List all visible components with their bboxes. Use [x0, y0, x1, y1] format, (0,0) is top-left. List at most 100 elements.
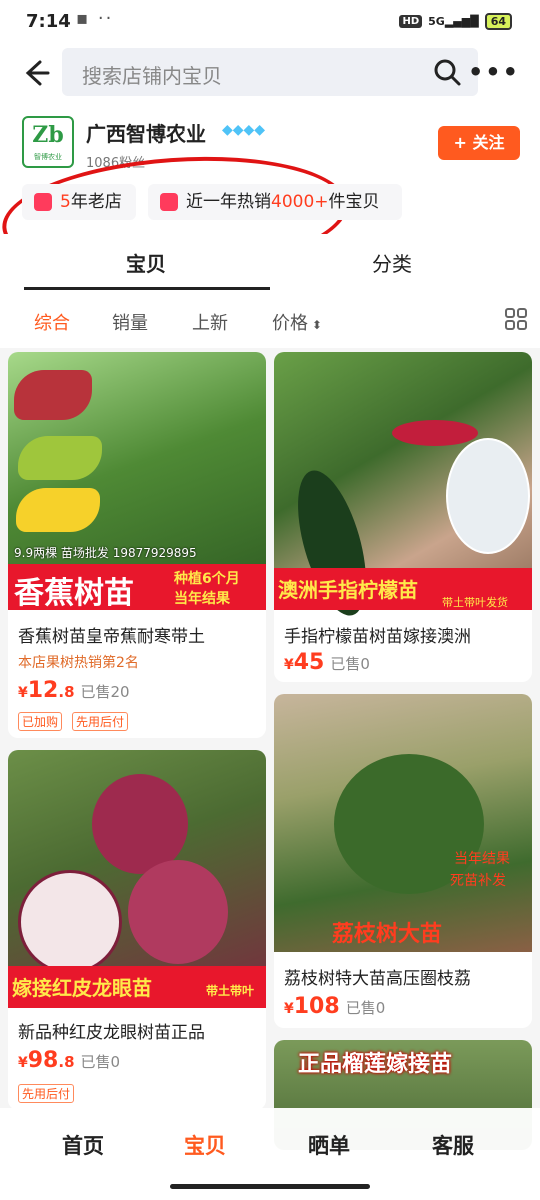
price-integer: 108 [293, 994, 340, 1019]
product-image-title: 嫁接红皮龙眼苗 [12, 976, 152, 1000]
product-image-banner: 澳洲手指柠檬苗 带土带叶发货 [274, 568, 532, 610]
sold-count: 已售0 [330, 655, 370, 673]
tab-products[interactable]: 宝贝 [126, 248, 166, 277]
shop-fans-count: 1086粉丝 [86, 156, 146, 171]
notification-dots: ▪ ·· [76, 8, 114, 29]
nav-customer-service[interactable]: 客服 [432, 1130, 474, 1160]
sort-updown-icon: ⬍ [308, 318, 322, 332]
yellow-banana-illustration [16, 488, 100, 532]
filter-new[interactable]: 上新 [192, 309, 228, 335]
network-label: 5G [428, 15, 445, 28]
product-title: 香蕉树苗皇帝蕉耐寒带土 [18, 627, 205, 647]
product-title: 荔枝树特大苗高压圈枝荔 [284, 969, 471, 989]
back-arrow-icon[interactable] [18, 56, 52, 90]
product-image-banner: 香蕉树苗 种植6个月 当年结果 [8, 564, 266, 611]
product-card[interactable]: 9.9两棵 苗场批发 19877929895 香蕉树苗 种植6个月 当年结果 香… [8, 352, 266, 738]
product-image-subtitle-1: 当年结果 [454, 851, 510, 867]
shop-logo-subtext: 智博农业 [34, 153, 62, 161]
product-title: 手指柠檬苗树苗嫁接澳洲 [284, 627, 471, 647]
sort-filters: 综合 销量 上新 价格 ⬍ [0, 290, 540, 348]
product-price: ¥98.8 已售0 [18, 1048, 121, 1073]
search-icon[interactable] [432, 57, 462, 87]
product-rank: 本店果树热销第2名 [18, 655, 139, 671]
shopping-bag-icon [160, 193, 178, 211]
product-image[interactable]: 当年结果 死苗补发 荔枝树大苗 [274, 694, 532, 952]
top-bar: 搜索店铺内宝贝 ••• [0, 46, 540, 98]
in-cart-badge: 已加购 [18, 712, 63, 731]
price-integer: 12 [27, 678, 59, 703]
shop-rating-diamond-icon: ◆◆◆◆ [222, 122, 266, 138]
product-image-subtitle-1: 带土带叶发货 [442, 596, 508, 609]
product-image[interactable]: 澳洲手指柠檬苗 带土带叶发货 [274, 352, 532, 623]
filter-overall[interactable]: 综合 [34, 309, 70, 335]
hot-sales-tag[interactable]: 近一年热销4000+件宝贝 [148, 184, 402, 220]
product-image-title: 澳洲手指柠檬苗 [278, 578, 418, 602]
product-title: 新品种红皮龙眼树苗正品 [18, 1023, 205, 1043]
product-image-promo: 9.9两棵 苗场批发 19877929895 [14, 546, 197, 560]
price-decimal: .8 [58, 1053, 75, 1071]
product-price: ¥45 已售0 [284, 650, 370, 675]
seedling-inset [446, 438, 530, 554]
nav-home[interactable]: 首页 [62, 1130, 104, 1160]
red-banana-illustration [14, 370, 92, 420]
filter-price[interactable]: 价格 ⬍ [272, 309, 322, 335]
shop-logo-text: Zb [32, 122, 64, 148]
cut-longan-inset [18, 870, 122, 974]
main-tabs: 宝贝 分类 [0, 234, 540, 290]
shop-age-tag[interactable]: 5年老店 [22, 184, 136, 220]
status-bar: 7:14 ▪ ·· HD 5G▂▄▆█ 64 [0, 0, 540, 46]
product-image-subtitle-2: 死苗补发 [450, 873, 506, 889]
follow-button[interactable]: + 关注 [438, 126, 520, 160]
filter-price-label: 价格 [272, 313, 308, 334]
product-image-subtitle-1: 种植6个月 [174, 571, 240, 587]
red-longan-fruit [128, 860, 228, 964]
nav-reviews[interactable]: 晒单 [308, 1130, 350, 1160]
hd-icon: HD [399, 15, 423, 28]
product-card[interactable]: 嫁接红皮龙眼苗 带土带叶 新品种红皮龙眼树苗正品 ¥98.8 已售0 先用后付 [8, 750, 266, 1110]
sold-count: 已售20 [80, 683, 130, 701]
status-time: 7:14 [26, 11, 71, 32]
hot-sales-suffix: 件宝贝 [328, 192, 380, 212]
shop-age-number: 5 [60, 192, 71, 212]
product-image-subtitle-1: 带土带叶 [206, 984, 255, 998]
price-integer: 98 [27, 1048, 59, 1073]
price-integer: 45 [293, 650, 325, 675]
red-longan-fruit [92, 774, 188, 874]
shop-age-text: 年老店 [70, 192, 122, 212]
home-indicator [170, 1184, 370, 1189]
sold-count: 已售0 [345, 999, 386, 1017]
pay-later-badge: 先用后付 [18, 1084, 75, 1103]
shop-logo[interactable]: Zb 智博农业 [22, 116, 74, 168]
green-banana-illustration [18, 436, 102, 480]
search-input[interactable]: 搜索店铺内宝贝 [62, 48, 478, 96]
product-image-title: 香蕉树苗 [14, 576, 134, 611]
tab-categories[interactable]: 分类 [372, 248, 412, 277]
product-image-title: 荔枝树大苗 [332, 922, 443, 947]
sold-count: 已售0 [80, 1053, 121, 1071]
nav-products[interactable]: 宝贝 [184, 1130, 226, 1160]
shop-header: Zb 智博农业 广西智博农业 ◆◆◆◆ 1086粉丝 + 关注 5年老店 近一年… [0, 98, 540, 286]
product-price: ¥108 已售0 [284, 994, 386, 1019]
product-image-banner: 嫁接红皮龙眼苗 带土带叶 [8, 966, 266, 1008]
product-image[interactable]: 9.9两棵 苗场批发 19877929895 香蕉树苗 种植6个月 当年结果 [8, 352, 266, 611]
search-placeholder: 搜索店铺内宝贝 [82, 64, 222, 88]
pay-later-badge: 先用后付 [72, 712, 129, 731]
product-image[interactable]: 嫁接红皮龙眼苗 带土带叶 [8, 750, 266, 1008]
product-image-title: 正品榴莲嫁接苗 [298, 1052, 453, 1077]
hot-sales-prefix: 近一年热销 [186, 192, 271, 212]
grid-view-icon[interactable] [504, 307, 528, 331]
signal-icon: 5G▂▄▆█ [428, 15, 479, 28]
shop-name[interactable]: 广西智博农业 [86, 118, 206, 147]
product-card[interactable]: 当年结果 死苗补发 荔枝树大苗 荔枝树特大苗高压圈枝荔 ¥108 已售0 [274, 694, 532, 1028]
product-price: ¥12.8 已售20 [18, 678, 130, 703]
more-icon[interactable]: ••• [468, 58, 520, 86]
filter-sales[interactable]: 销量 [112, 309, 148, 335]
battery-icon: 64 [484, 13, 512, 30]
hot-sales-number: 4000+ [271, 192, 329, 212]
store-icon [34, 193, 52, 211]
price-decimal: .8 [58, 683, 75, 701]
product-card[interactable]: 澳洲手指柠檬苗 带土带叶发货 手指柠檬苗树苗嫁接澳洲 ¥45 已售0 [274, 352, 532, 682]
lime-pulp-illustration [392, 420, 478, 446]
product-image-subtitle-2: 当年结果 [174, 591, 230, 607]
bottom-nav: 首页 宝贝 晒单 客服 [0, 1108, 540, 1200]
